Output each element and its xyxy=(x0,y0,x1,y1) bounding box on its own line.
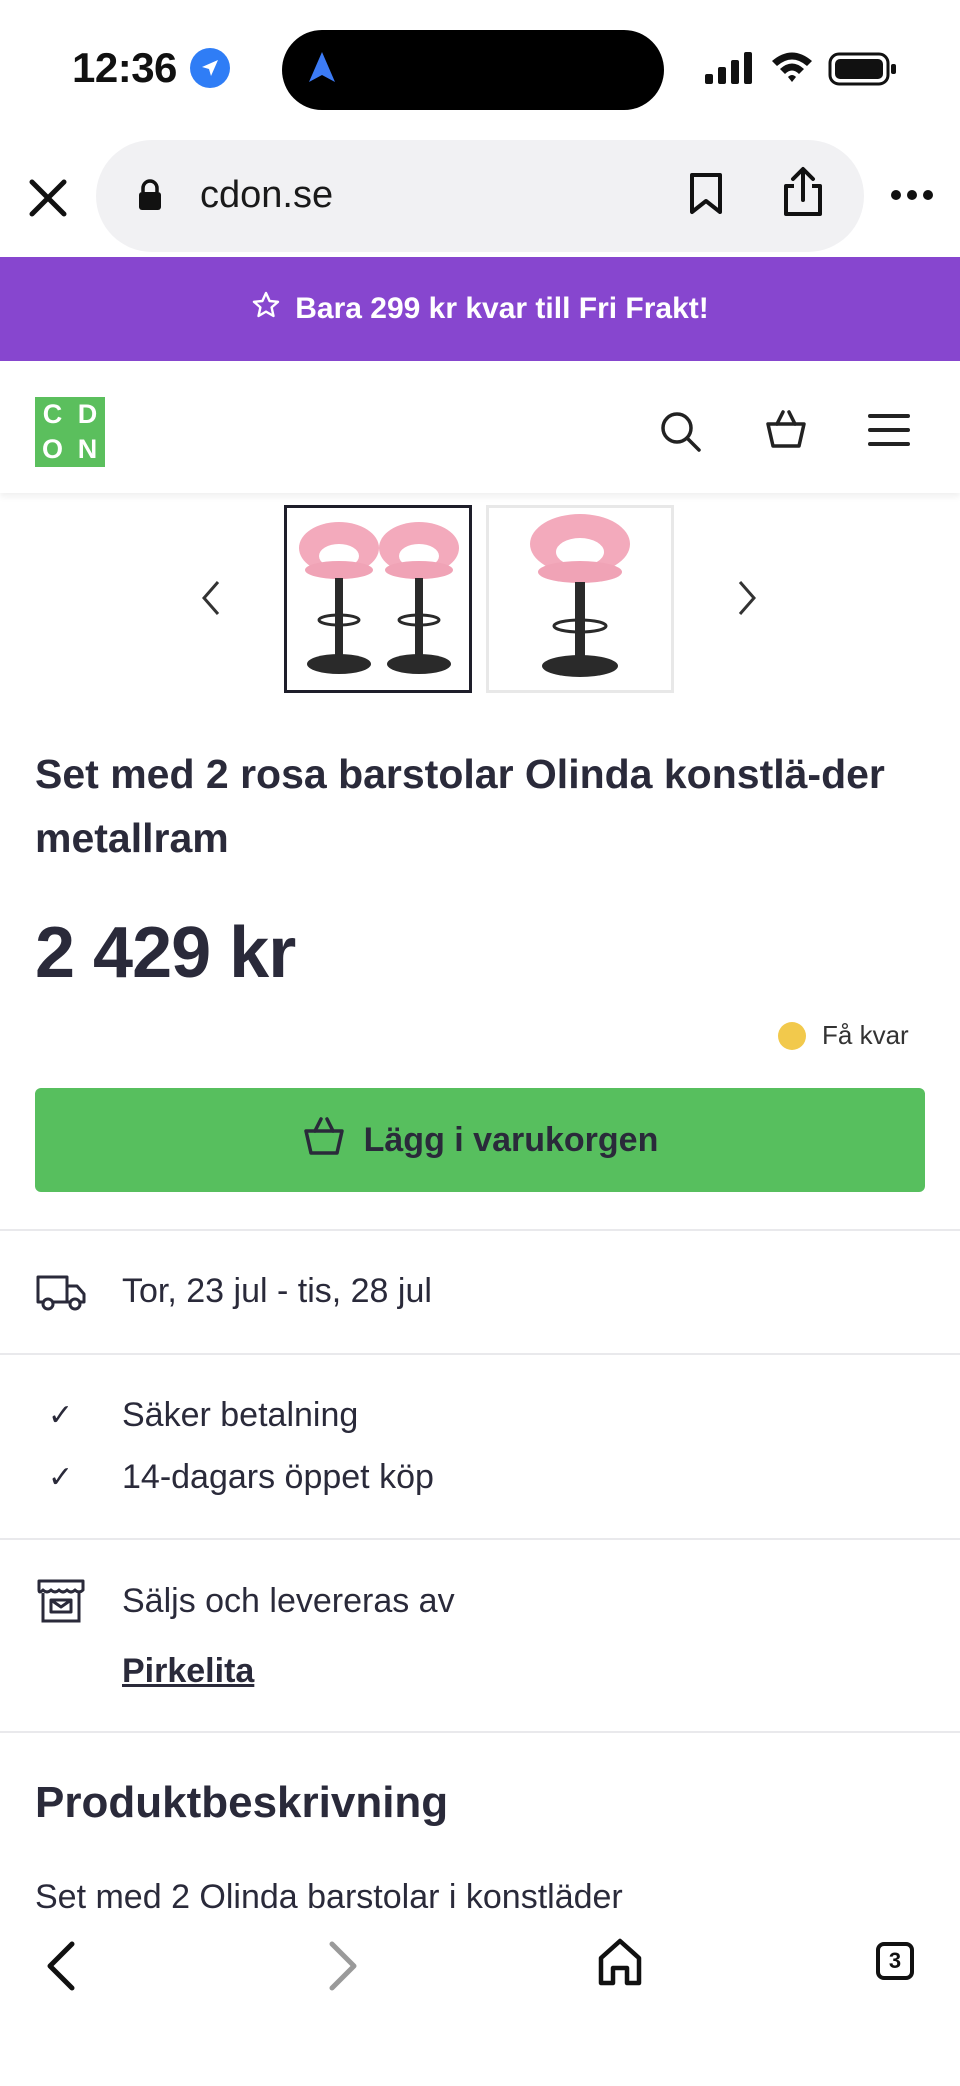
lock-icon xyxy=(136,178,164,217)
divider xyxy=(0,1731,960,1733)
forward-arrow-icon[interactable] xyxy=(322,1940,362,1997)
description-heading: Produktbeskrivning xyxy=(35,1778,449,1827)
share-icon[interactable] xyxy=(780,166,826,223)
more-options-icon[interactable] xyxy=(890,188,934,206)
free-shipping-banner: Bara 299 kr kvar till Fri Frakt! xyxy=(0,257,960,361)
menu-icon[interactable] xyxy=(868,413,910,452)
product-thumbnail-2[interactable] xyxy=(486,505,674,693)
check-icon: ✓ xyxy=(48,1399,74,1432)
add-to-cart-label: Lägg i varukorgen xyxy=(363,1120,659,1159)
delivery-date: Tor, 23 jul - tis, 28 jul xyxy=(122,1272,432,1310)
gallery-next-arrow[interactable] xyxy=(736,578,758,629)
basket-icon[interactable] xyxy=(764,409,808,454)
product-title: Set med 2 rosa barstolar Olinda konstlä-… xyxy=(35,751,885,861)
back-arrow-icon[interactable] xyxy=(42,1940,82,1997)
browser-toolbar xyxy=(0,1912,960,2086)
location-icon xyxy=(190,48,230,88)
divider xyxy=(0,1229,960,1231)
product-price: 2 429 kr xyxy=(35,913,296,993)
delivery-truck-icon xyxy=(35,1272,87,1317)
home-icon[interactable] xyxy=(596,1936,644,1993)
navigation-arrow-icon xyxy=(304,48,340,93)
seller-link[interactable]: Pirkelita xyxy=(122,1652,254,1691)
add-to-cart-button[interactable]: Lägg i varukorgen xyxy=(35,1088,925,1192)
wifi-icon xyxy=(770,50,814,89)
status-bar: 12:36 xyxy=(0,0,960,130)
basket-icon xyxy=(302,1116,346,1165)
cellular-signal-icon xyxy=(705,52,755,89)
store-icon xyxy=(35,1578,87,1629)
status-time: 12:36 xyxy=(72,44,177,91)
check-icon: ✓ xyxy=(48,1461,74,1494)
divider xyxy=(0,1538,960,1540)
gallery-prev-arrow[interactable] xyxy=(200,578,222,629)
stock-status: Få kvar xyxy=(822,1020,909,1050)
bookmark-icon[interactable] xyxy=(688,172,724,221)
product-thumbnail-1[interactable] xyxy=(284,505,472,693)
site-header: C D O N xyxy=(0,361,960,493)
battery-icon xyxy=(828,52,898,91)
divider xyxy=(0,1353,960,1355)
feature-secure-payment: Säker betalning xyxy=(122,1396,359,1434)
chair-image xyxy=(530,514,630,677)
star-icon xyxy=(251,290,281,328)
url-text[interactable]: cdon.se xyxy=(200,174,333,217)
tab-switcher-button[interactable]: 3 xyxy=(876,1942,914,1980)
seller-label: Säljs och levereras av xyxy=(122,1582,455,1620)
search-icon[interactable] xyxy=(658,409,702,458)
feature-open-purchase: 14-dagars öppet köp xyxy=(122,1458,434,1496)
close-icon[interactable] xyxy=(26,176,70,225)
chair-image xyxy=(299,522,459,674)
cdon-logo[interactable]: C D O N xyxy=(35,397,105,467)
promo-text: Bara 299 kr kvar till Fri Frakt! xyxy=(295,292,709,325)
stock-indicator xyxy=(778,1022,806,1050)
